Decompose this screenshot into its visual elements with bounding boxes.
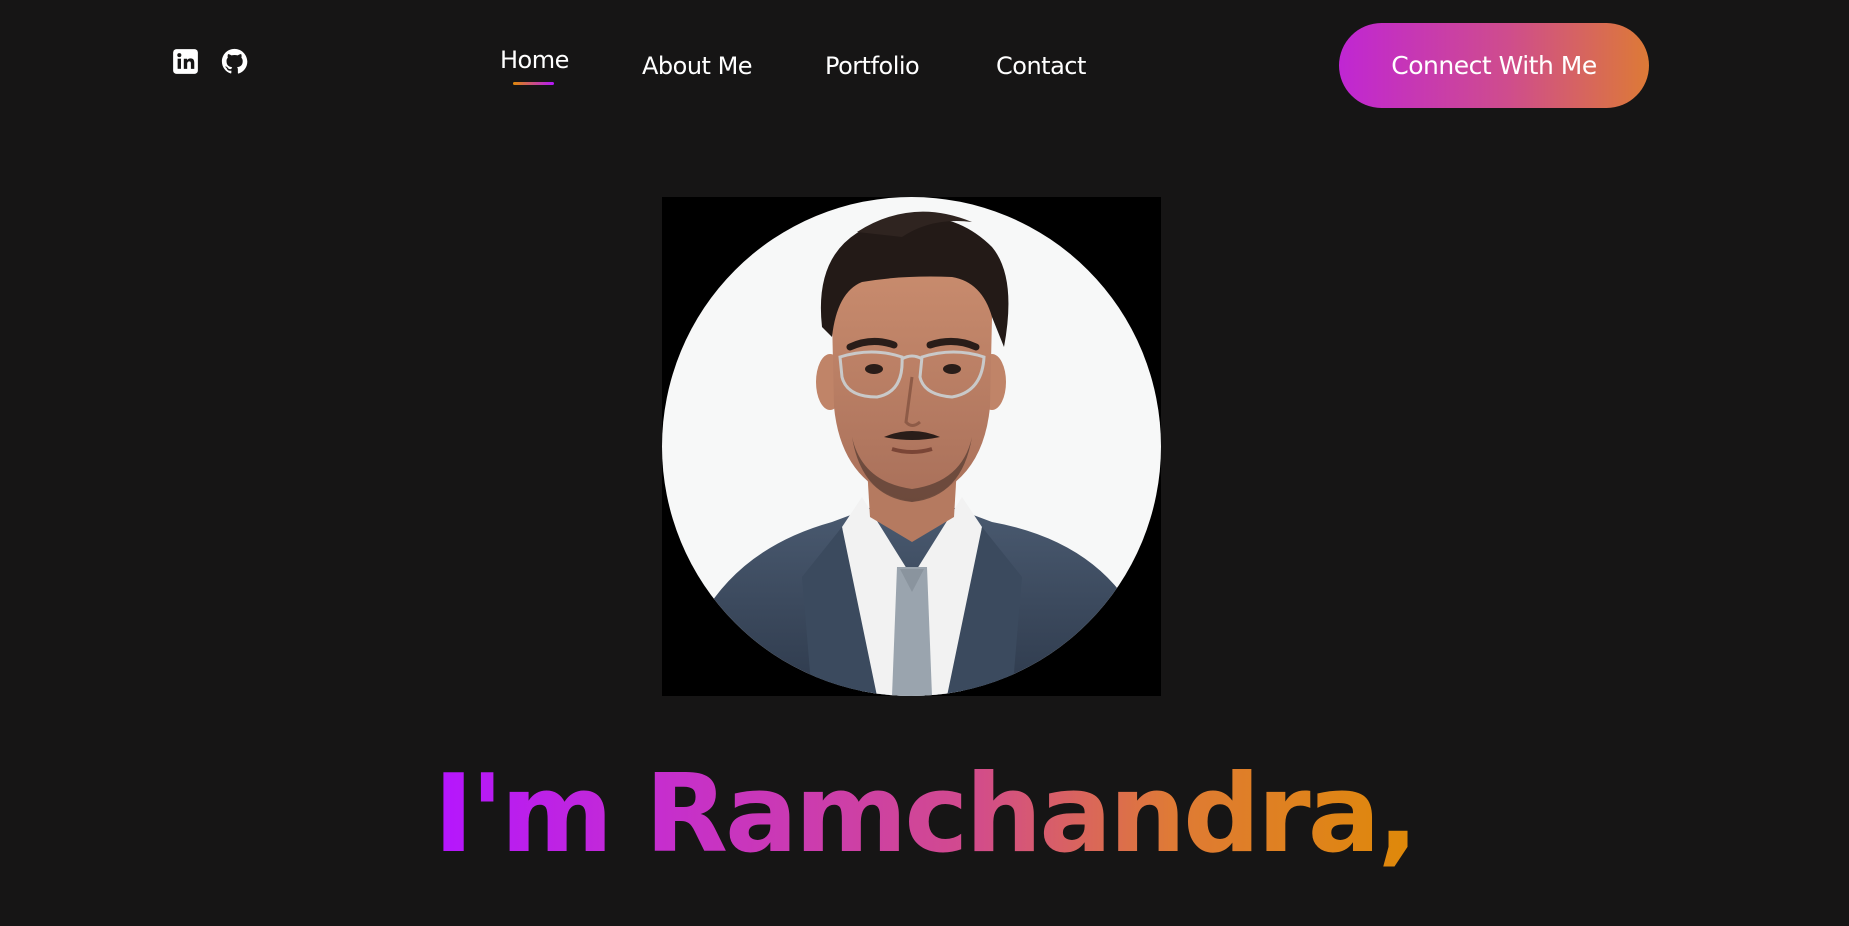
hero-title: I'm Ramchandra, [0,740,1849,890]
connect-with-me-button[interactable]: Connect With Me [1339,23,1649,108]
hero-title-text: I'm Ramchandra, [433,752,1418,877]
nav-item-about-me[interactable]: About Me [642,44,753,88]
nav-active-underline [513,82,554,85]
profile-photo [662,197,1161,696]
nav-item-portfolio[interactable]: Portfolio [825,44,920,88]
nav-item-contact[interactable]: Contact [996,44,1086,88]
page: Home About Me Portfolio Contact Connect … [0,0,1849,926]
nav-item-home[interactable]: Home [500,38,569,82]
